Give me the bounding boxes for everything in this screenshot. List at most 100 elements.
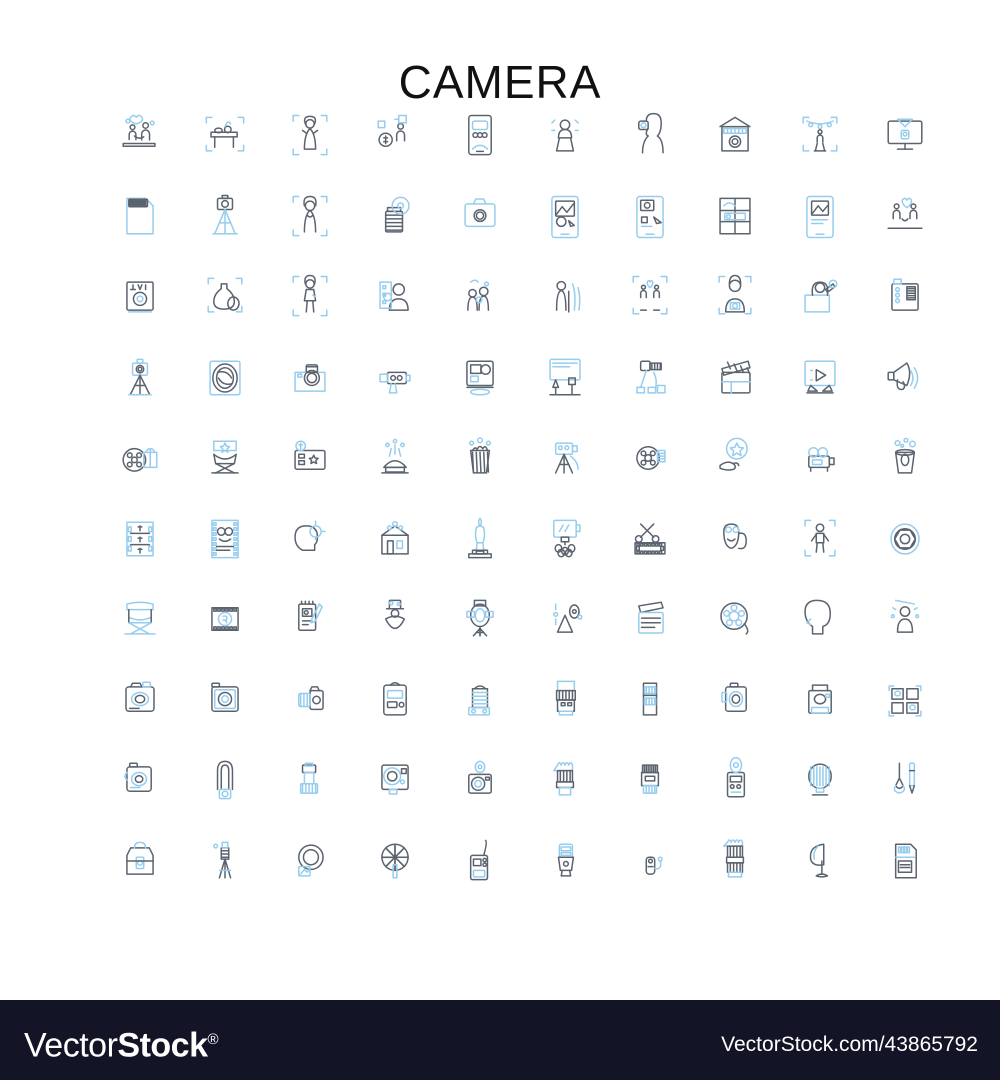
- icon-cell: [522, 177, 607, 258]
- folded-tripod-icon: [197, 833, 253, 889]
- lens-filter-ring-icon: [282, 833, 338, 889]
- idea-head-icon: [282, 511, 338, 567]
- logo-text-bold: Stock: [117, 1026, 208, 1065]
- icon-cell: [267, 257, 352, 338]
- icon-cell: [352, 177, 437, 258]
- couple-proposal-icon: [112, 108, 168, 164]
- logo-text-light: Vector: [24, 1026, 118, 1065]
- icon-cell: [182, 579, 267, 660]
- lens-with-hood-icon: [537, 752, 593, 808]
- icon-cell: [182, 740, 267, 821]
- clapperboard-script-icon: [622, 591, 678, 647]
- icon-cell: [437, 660, 522, 741]
- camera-on-tripod-icon: [197, 189, 253, 245]
- icon-cell: [352, 96, 437, 177]
- icon-cell: [97, 257, 182, 338]
- icon-cell: [692, 418, 777, 499]
- icon-cell: [522, 418, 607, 499]
- icon-cell: [267, 821, 352, 902]
- icon-cell: [352, 499, 437, 580]
- cinema-camera-tripod-icon: [537, 430, 593, 486]
- icon-cell: [437, 257, 522, 338]
- prime-lens-icon: [537, 672, 593, 728]
- icon-cell: [607, 499, 692, 580]
- bride-portrait-frame-icon: [282, 108, 338, 164]
- icon-cell: [607, 740, 692, 821]
- phone-photo-edit-icon: [537, 189, 593, 245]
- film-canister-icon: [367, 189, 423, 245]
- theatre-masks-icon: [707, 511, 763, 567]
- storyboard-notepad-icon: [282, 591, 338, 647]
- film-editing-scissors-icon: [622, 511, 678, 567]
- icon-cell: [777, 660, 862, 741]
- icon-cell: [777, 418, 862, 499]
- film-scanner-icon: [877, 269, 933, 325]
- icon-cell: [97, 821, 182, 902]
- dslr-camera-front-icon: [112, 672, 168, 728]
- icon-cell: [182, 821, 267, 902]
- registered-trademark-icon: ®: [207, 1031, 219, 1048]
- icon-cell: [352, 338, 437, 419]
- mobile-photo-app-icon: [452, 108, 508, 164]
- icon-cell: [437, 96, 522, 177]
- head-profile-icon: [792, 591, 848, 647]
- film-strip-rating-icon: [197, 591, 253, 647]
- film-reel-gift-icon: [112, 430, 168, 486]
- icon-grid: [97, 96, 947, 901]
- full-body-frame-icon: [792, 511, 848, 567]
- icon-cell: [692, 821, 777, 902]
- icon-cell: [97, 96, 182, 177]
- footer-url: VectorStock.com/43865792: [721, 1033, 978, 1056]
- icon-cell: [97, 740, 182, 821]
- film-production-set-icon: [622, 350, 678, 406]
- icon-cell: [862, 177, 947, 258]
- film-reel-projector-icon: [622, 430, 678, 486]
- icon-cell: [692, 177, 777, 258]
- icon-cell: [352, 418, 437, 499]
- icon-cell: [437, 821, 522, 902]
- sd-memory-card-icon: [112, 189, 168, 245]
- icon-cell: [862, 499, 947, 580]
- icon-cell: [692, 96, 777, 177]
- corporate-headshot-icon: [367, 269, 423, 325]
- phone-photo-settings-icon: [622, 189, 678, 245]
- portrait-lighting-icon: [877, 591, 933, 647]
- film-reel-tape-icon: [707, 591, 763, 647]
- light-meter-device-icon: [707, 752, 763, 808]
- icon-cell: [352, 660, 437, 741]
- icon-cell: [607, 177, 692, 258]
- icon-cell: [607, 418, 692, 499]
- icon-cell: [182, 177, 267, 258]
- icon-cell: [267, 177, 352, 258]
- memory-card-reader-icon: [877, 833, 933, 889]
- film-budget-strip-icon: [112, 511, 168, 567]
- icon-cell: [182, 96, 267, 177]
- icon-cell: [777, 177, 862, 258]
- shutter-release-cable-icon: [622, 833, 678, 889]
- icon-cell: [97, 338, 182, 419]
- icon-cell: [182, 257, 267, 338]
- icon-cell: [97, 499, 182, 580]
- camera-tripod-setup-icon: [112, 350, 168, 406]
- video-camera-rig-icon: [367, 350, 423, 406]
- studio-lighting-setup-icon: [537, 350, 593, 406]
- dslr-body-top-icon: [367, 672, 423, 728]
- icon-cell: [437, 338, 522, 419]
- compact-camera-icon: [452, 189, 508, 245]
- stage-performer-icon: [792, 108, 848, 164]
- cinema-building-icon: [367, 511, 423, 567]
- desktop-photo-upload-icon: [877, 108, 933, 164]
- woman-selfie-icon: [622, 108, 678, 164]
- icon-cell: [607, 257, 692, 338]
- icon-cell: [522, 257, 607, 338]
- director-chair-star-icon: [197, 430, 253, 486]
- icon-cell: [522, 338, 607, 419]
- popcorn-bucket-icon: [452, 430, 508, 486]
- mirrorless-camera-icon: [707, 672, 763, 728]
- camera-with-strap-icon: [112, 752, 168, 808]
- icon-cell: [352, 257, 437, 338]
- icon-cell: [267, 96, 352, 177]
- phone-gallery-icon: [792, 189, 848, 245]
- icon-cell: [352, 579, 437, 660]
- instant-camera-icon: [452, 752, 508, 808]
